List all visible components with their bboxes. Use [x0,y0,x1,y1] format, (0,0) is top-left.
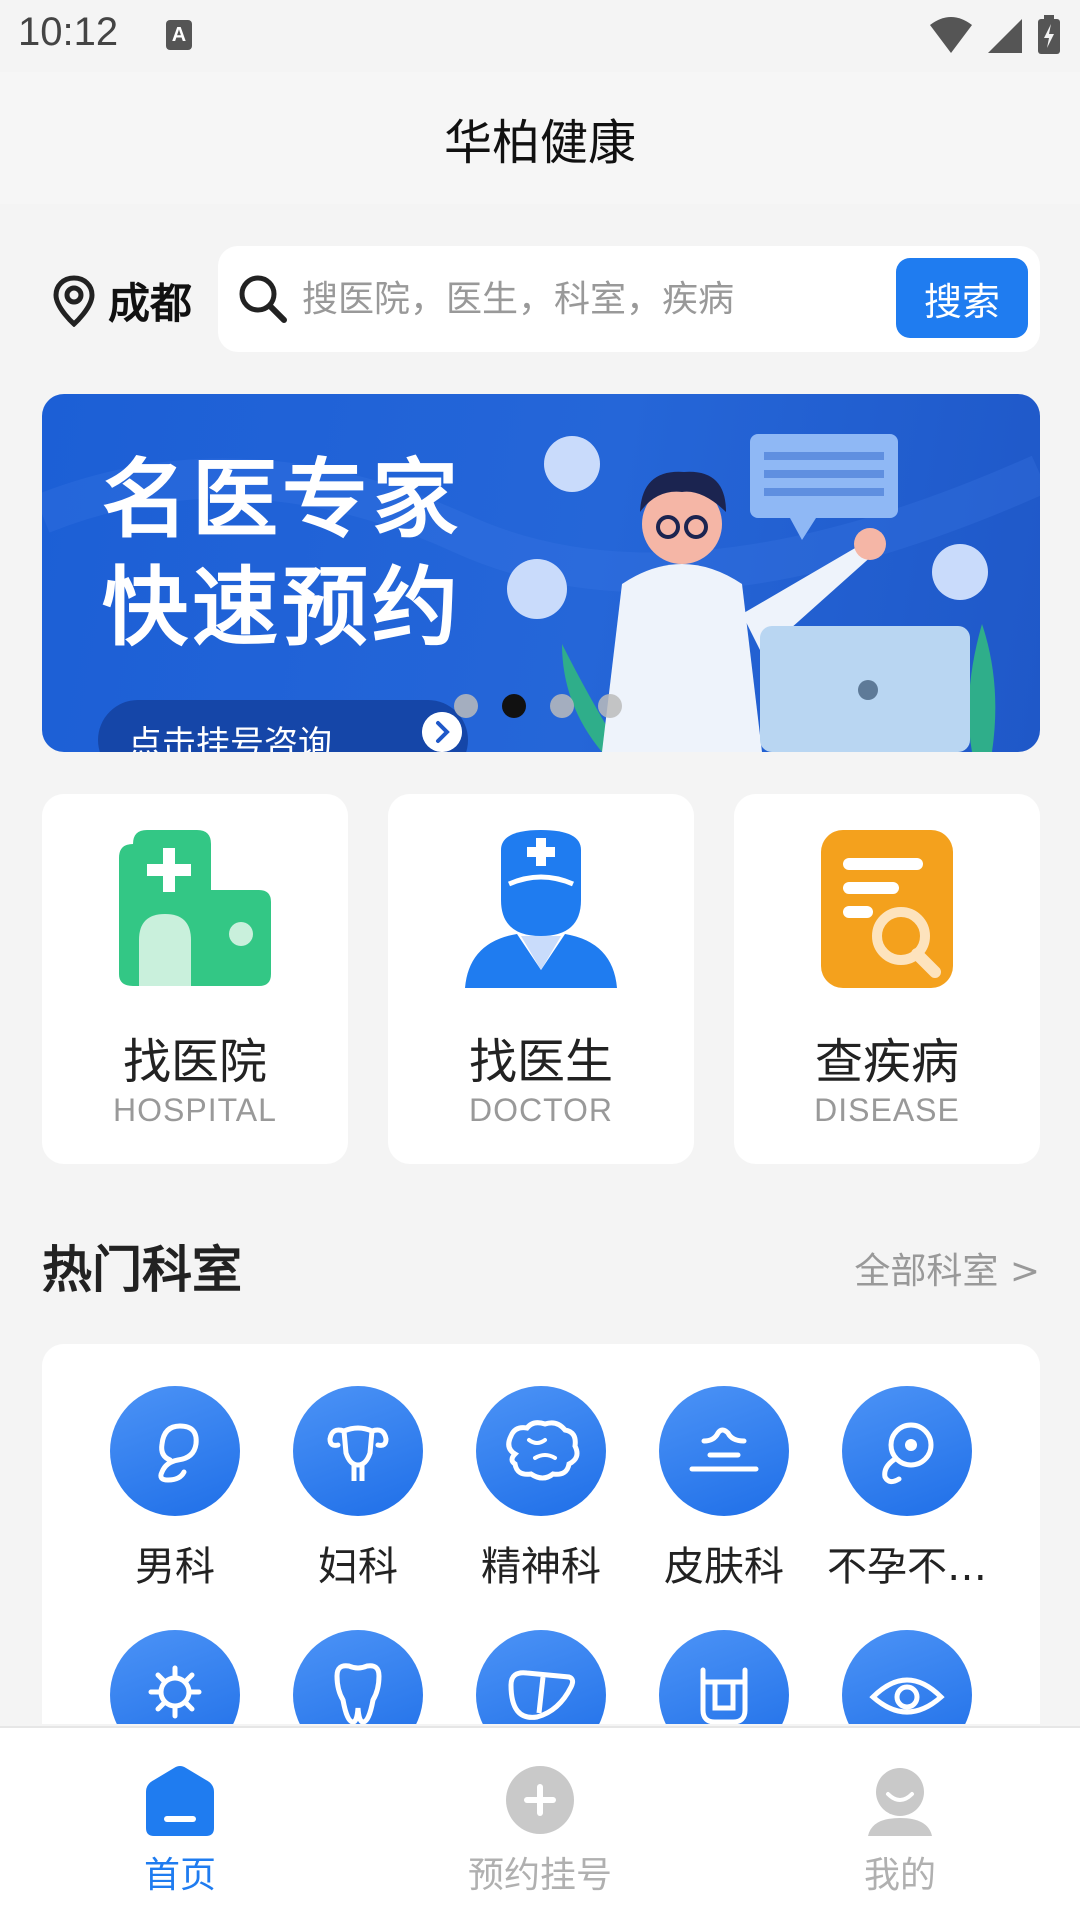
hospital-icon [119,830,271,986]
find-hospital-card[interactable]: 找医院 HOSPITAL [42,794,348,1164]
department-item-gynecology[interactable]: 妇科 [268,1386,448,1592]
hot-departments-header: 热门科室 全部科室 > [42,1222,1040,1302]
user-icon [868,1768,932,1836]
card-title: 找医生 [468,1034,613,1090]
departments-grid: 男科 妇科 精神科 皮肤科 不孕不… [42,1344,1040,1724]
brain-icon [476,1386,606,1516]
disease-search-icon [821,830,953,988]
virus-icon [110,1630,240,1724]
quick-access-cards: 找医院 HOSPITAL 找医生 DOCTOR 查疾病 DISEASE [42,794,1040,1164]
search-row: 成都 搜索 [0,204,1080,394]
carousel-dot[interactable] [454,694,478,718]
department-item-10[interactable] [817,1630,997,1724]
card-subtitle: DOCTOR [468,1092,614,1128]
intestine-icon [659,1630,789,1724]
department-item-psychiatry[interactable]: 精神科 [451,1386,631,1592]
banner-headline-line1: 名医专家 [102,450,462,550]
department-label: 妇科 [318,1544,398,1590]
carousel-dot[interactable] [598,694,622,718]
nav-profile[interactable]: 我的 [790,1764,1010,1898]
banner-headline: 名医专家 快速预约 [102,446,462,662]
department-label: 精神科 [481,1544,601,1590]
nav-label: 预约挂号 [467,1855,612,1896]
find-doctor-card[interactable]: 找医生 DOCTOR [388,794,694,1164]
carousel-dot-active[interactable] [502,694,526,718]
card-title: 找医院 [122,1034,267,1090]
department-item-9[interactable] [634,1630,814,1724]
nav-appointment[interactable]: 预约挂号 [430,1764,650,1898]
department-item-andrology[interactable]: 男科 [85,1386,265,1592]
bottom-nav: 首页 预约挂号 我的 [0,1726,1080,1920]
status-time: 10:12 [18,10,119,54]
search-box: 搜索 [218,246,1040,352]
search-icon [239,275,287,323]
signal-icon [988,19,1022,53]
tooth-icon [293,1630,423,1724]
city-label: 成都 [108,279,193,328]
embryo-icon [842,1386,972,1516]
nav-home[interactable]: 首页 [70,1764,290,1898]
notification-icon: A [166,20,192,50]
card-title: 查疾病 [814,1034,959,1090]
chevron-right-icon [422,712,462,752]
card-subtitle: DISEASE [814,1092,960,1128]
banner-headline-line2: 快速预约 [102,558,462,658]
status-icons [928,14,1062,56]
search-input[interactable] [302,266,802,332]
card-subtitle: HOSPITAL [113,1092,277,1128]
doctor-icon [465,830,617,988]
department-label: 男科 [135,1544,215,1590]
department-item-6[interactable] [85,1630,265,1724]
male-icon [110,1386,240,1516]
liver-icon [476,1630,606,1724]
all-departments-link[interactable]: 全部科室 > [854,1242,1040,1294]
department-item-dermatology[interactable]: 皮肤科 [634,1386,814,1592]
app-header: 华柏健康 [0,72,1080,204]
department-item-infertility[interactable]: 不孕不… [817,1386,997,1592]
battery-icon [1038,15,1060,54]
section-title: 热门科室 [42,1241,242,1299]
department-item-8[interactable] [451,1630,631,1724]
banner-cta-button[interactable]: 点击挂号咨询 [98,700,468,752]
home-icon [146,1766,214,1836]
plus-circle-icon [506,1766,574,1834]
carousel-dot[interactable] [550,694,574,718]
department-label: 皮肤科 [664,1544,784,1590]
page-title: 华柏健康 [443,115,636,171]
nav-label: 首页 [143,1855,216,1896]
eye-icon [842,1630,972,1724]
location-pin-icon [53,274,95,327]
wifi-icon [930,17,972,53]
department-label: 不孕不… [827,1544,987,1590]
skin-icon [659,1386,789,1516]
nav-label: 我的 [863,1855,936,1896]
banner-cta-label: 点击挂号咨询 [128,724,332,752]
search-button[interactable]: 搜索 [896,258,1028,338]
status-bar: 10:12 A [0,0,1080,72]
promo-banner[interactable]: 名医专家 快速预约 点击挂号咨询 [42,394,1040,752]
location-selector[interactable]: 成都 [52,270,192,331]
check-disease-card[interactable]: 查疾病 DISEASE [734,794,1040,1164]
department-item-7[interactable] [268,1630,448,1724]
uterus-icon [293,1386,423,1516]
carousel-dots [454,694,622,718]
